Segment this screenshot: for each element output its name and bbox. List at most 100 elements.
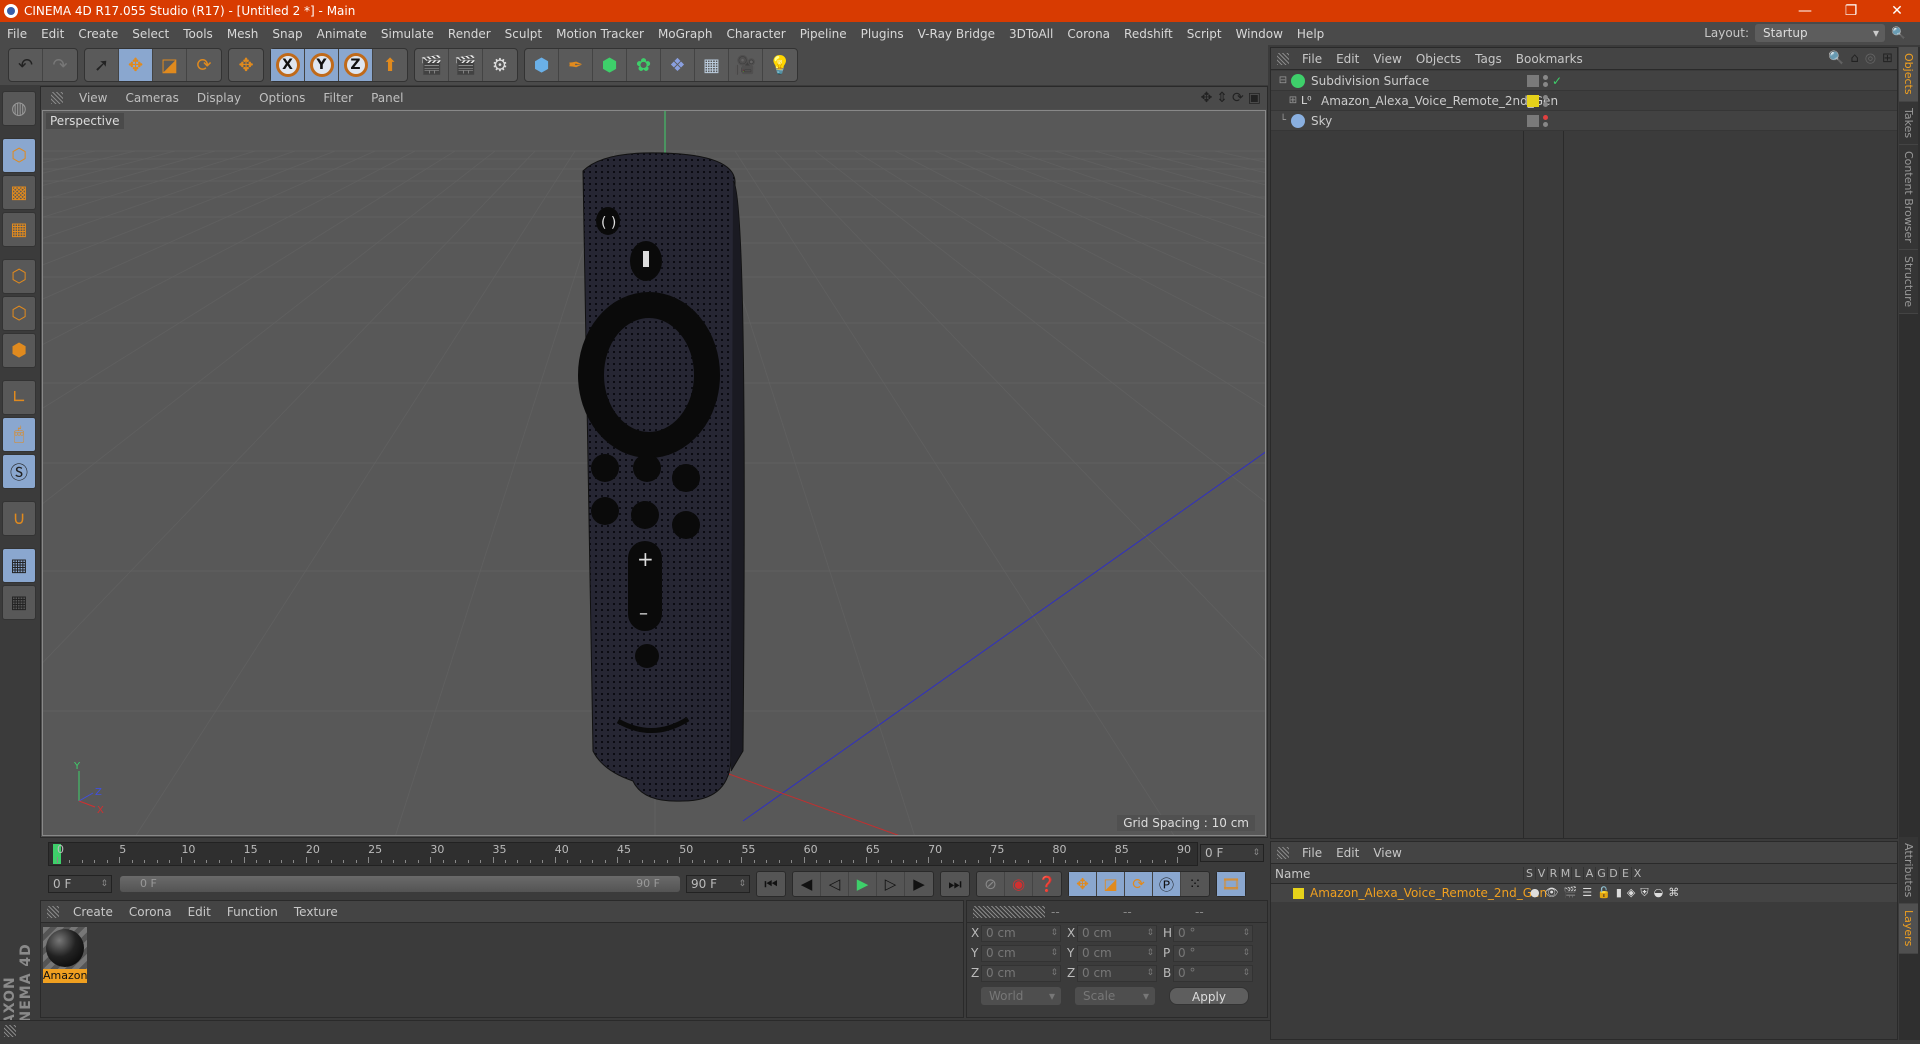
move-tool-button[interactable]: ✥ — [119, 49, 153, 81]
rotation-p-field[interactable]: 0 ° — [1173, 945, 1253, 962]
new-window-icon[interactable]: ⊞ — [1882, 51, 1893, 66]
menu-character[interactable]: Character — [719, 27, 792, 41]
deformer-button[interactable]: ❖ — [661, 49, 695, 81]
menu-select[interactable]: Select — [125, 27, 176, 41]
menu-mesh[interactable]: Mesh — [220, 27, 266, 41]
side-tab-structure[interactable]: Structure — [1899, 250, 1918, 314]
viewport-menu-filter[interactable]: Filter — [315, 91, 361, 105]
position-z-field[interactable]: 0 cm — [981, 965, 1061, 982]
material-menu-create[interactable]: Create — [65, 905, 121, 919]
dolly-icon[interactable]: ⇕ — [1216, 90, 1228, 106]
object-name[interactable]: Sky — [1311, 114, 1332, 128]
frame-range-slider[interactable]: 0 F 90 F — [120, 876, 680, 892]
menu-mograph[interactable]: MoGraph — [651, 27, 720, 41]
tree-toggle-icon[interactable]: ⊟ — [1275, 75, 1291, 86]
menu-sculpt[interactable]: Sculpt — [498, 27, 549, 41]
render-view-button[interactable]: 🎬 — [415, 49, 449, 81]
object-menu-file[interactable]: File — [1295, 52, 1329, 66]
layer-color-icon[interactable] — [1527, 95, 1539, 107]
polygons-mode-button[interactable]: ⬢ — [2, 333, 36, 368]
layer-column-g[interactable]: G — [1595, 867, 1607, 880]
start-frame-field[interactable]: 0 F⇕ — [48, 875, 112, 893]
keyframe-selection-button[interactable]: ❓ — [1033, 872, 1061, 896]
render-toggle-icon[interactable]: 🎬 — [1564, 886, 1578, 900]
side-tab-layers[interactable]: Layers — [1899, 904, 1918, 953]
edges-mode-button[interactable]: ⬡ — [2, 296, 36, 331]
xref-toggle-icon[interactable]: ⌘ — [1668, 886, 1679, 900]
previous-frame-button[interactable]: ◁ — [821, 872, 849, 896]
current-frame-field[interactable]: 0 F⇕ — [1200, 844, 1264, 862]
tree-toggle-icon[interactable]: ⊞ — [1285, 95, 1301, 106]
model-mode-button[interactable]: ⬡ — [2, 138, 36, 173]
make-editable-button[interactable]: ◍ — [2, 91, 36, 126]
animation-toggle-icon[interactable]: ▮ — [1616, 886, 1622, 900]
object-row[interactable]: ⊞L⁰Amazon_Alexa_Voice_Remote_2nd_Gen — [1271, 91, 1897, 111]
editor-render-toggle-icon[interactable] — [1527, 115, 1539, 127]
panel-grip[interactable] — [51, 92, 63, 104]
texture-mode-button[interactable]: ▩ — [2, 175, 36, 210]
search-icon[interactable]: 🔍 — [1891, 26, 1906, 40]
viewport-canvas[interactable]: Perspective ( ) — [42, 110, 1266, 836]
layer-column-x[interactable]: X — [1631, 867, 1643, 880]
pen-spline-button[interactable]: ✒ — [559, 49, 593, 81]
menu-render[interactable]: Render — [441, 27, 498, 41]
size-mode-dropdown[interactable]: Scale — [1075, 987, 1155, 1005]
position-y-field[interactable]: 0 cm — [981, 945, 1061, 962]
menu-animate[interactable]: Animate — [310, 27, 374, 41]
lock-toggle-icon[interactable]: 🔓 — [1597, 886, 1611, 900]
layer-column-d[interactable]: D — [1607, 867, 1619, 880]
axis-mode-button[interactable]: ∟ — [2, 380, 36, 415]
material-menu-corona[interactable]: Corona — [121, 905, 180, 919]
minimize-button[interactable]: — — [1782, 0, 1828, 22]
redo-button[interactable]: ↷ — [43, 49, 77, 81]
layer-name[interactable]: Amazon_Alexa_Voice_Remote_2nd_Gen — [1310, 886, 1530, 900]
menu-help[interactable]: Help — [1290, 27, 1331, 41]
solo-button[interactable]: Ⓢ — [2, 454, 36, 489]
close-button[interactable]: ✕ — [1874, 0, 1920, 22]
go-to-start-button[interactable]: ⏮ — [757, 872, 785, 896]
tweak-mode-button[interactable]: 🖱 — [2, 417, 36, 452]
menu-v-ray-bridge[interactable]: V-Ray Bridge — [911, 27, 1002, 41]
z-axis-lock-button[interactable]: Z — [339, 49, 373, 81]
size-x-field[interactable]: 0 cm — [1077, 925, 1157, 942]
object-menu-objects[interactable]: Objects — [1409, 52, 1468, 66]
menu-snap[interactable]: Snap — [265, 27, 309, 41]
position-x-field[interactable]: 0 cm — [981, 925, 1061, 942]
enabled-check-icon[interactable]: ✓ — [1552, 74, 1562, 88]
mograph-cloner-button[interactable]: ✿ — [627, 49, 661, 81]
y-axis-lock-button[interactable]: Y — [305, 49, 339, 81]
panel-grip[interactable] — [1277, 53, 1289, 65]
visibility-dots-icon[interactable] — [1543, 95, 1548, 107]
tree-toggle-icon[interactable]: └ — [1275, 115, 1291, 126]
rotation-b-field[interactable]: 0 ° — [1173, 965, 1253, 982]
layer-column-a[interactable]: A — [1583, 867, 1595, 880]
layer-column-r[interactable]: R — [1547, 867, 1559, 880]
autokey-button[interactable]: ◉ — [1005, 872, 1033, 896]
go-to-end-button[interactable]: ⏭ — [941, 872, 969, 896]
workplane-mode-button[interactable]: ▦ — [2, 212, 36, 247]
generators-toggle-icon[interactable]: ◈ — [1627, 886, 1635, 900]
floor-button[interactable]: ▦ — [695, 49, 729, 81]
panel-grip[interactable] — [47, 906, 59, 918]
lock-workplane-button[interactable]: ▦ — [2, 548, 36, 583]
layer-column-l[interactable]: L — [1571, 867, 1583, 880]
search-icon[interactable]: 🔍 — [1828, 51, 1844, 66]
menu-simulate[interactable]: Simulate — [374, 27, 441, 41]
key-scale-button[interactable]: ◪ — [1097, 872, 1125, 896]
undo-button[interactable]: ↶ — [9, 49, 43, 81]
next-key-button[interactable]: ▶ — [905, 872, 933, 896]
layer-column-v[interactable]: V — [1535, 867, 1547, 880]
next-frame-button[interactable]: ▷ — [877, 872, 905, 896]
menu-create[interactable]: Create — [71, 27, 125, 41]
layer-menu-view[interactable]: View — [1366, 846, 1408, 860]
side-tab-attributes[interactable]: Attributes — [1899, 837, 1918, 904]
timeline-window-button[interactable]: 🎞 — [1217, 872, 1245, 896]
object-name[interactable]: Amazon_Alexa_Voice_Remote_2nd_Gen — [1321, 94, 1558, 108]
restore-button[interactable]: ❐ — [1828, 0, 1874, 22]
key-position-button[interactable]: ✥ — [1069, 872, 1097, 896]
layer-column-m[interactable]: M — [1559, 867, 1571, 880]
coordinate-system-dropdown[interactable]: World — [981, 987, 1061, 1005]
previous-key-button[interactable]: ◀ — [793, 872, 821, 896]
object-row[interactable]: └ Sky — [1271, 111, 1897, 131]
select-tool-button[interactable]: ➚ — [85, 49, 119, 81]
